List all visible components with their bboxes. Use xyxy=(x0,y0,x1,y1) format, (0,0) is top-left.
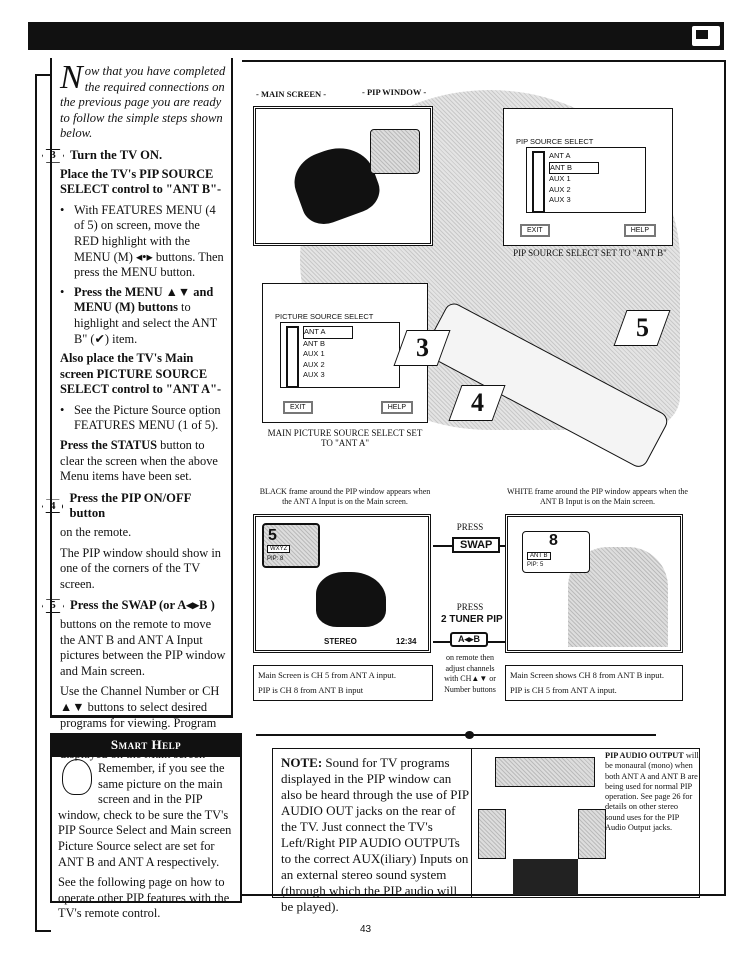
menu-item[interactable]: ANT B xyxy=(303,339,399,350)
lightbulb-icon xyxy=(62,759,92,795)
tv-rear-panel-image xyxy=(495,757,595,787)
skier-image xyxy=(316,572,386,627)
pip-label: PIP: 5 xyxy=(527,562,544,568)
menu-title: PIP SOURCE SELECT xyxy=(516,137,594,146)
source-list: ANT A ANT B AUX 1 AUX 2 AUX 3 xyxy=(526,147,646,213)
menu-item[interactable]: AUX 2 xyxy=(549,185,645,196)
step-badge: 3 xyxy=(42,149,64,163)
divider-dot xyxy=(465,731,474,739)
pip-channel: 5 xyxy=(268,527,277,544)
white-frame-caption: WHITE frame around the PIP window appear… xyxy=(507,487,688,506)
step-4-heading: 4 Press the PIP ON/OFF button xyxy=(42,491,226,522)
list-item: With FEATURES MENU (4 of 5) on screen, m… xyxy=(60,203,226,281)
list-item: Main Screen shows CH 8 from ANT B input. xyxy=(510,670,665,680)
step-badge: 4 xyxy=(42,499,63,513)
header-bar xyxy=(28,22,724,50)
step-4-paragraph: The PIP window should show in one of the… xyxy=(60,545,221,591)
help-button[interactable]: HELP xyxy=(623,224,656,237)
press-label: PRESS xyxy=(456,602,484,612)
list-item: Press the MENU ▲▼ and MENU (M) buttons t… xyxy=(60,285,226,347)
exit-button[interactable]: EXIT xyxy=(520,224,550,237)
picture-menu-caption: MAIN PICTURE SOURCE SELECT SET TO "ANT A… xyxy=(267,428,423,448)
step-5-heading: 5 Press the SWAP (or A◂▸B ) xyxy=(42,598,226,614)
help-button[interactable]: HELP xyxy=(380,401,413,414)
exit-button[interactable]: EXIT xyxy=(283,401,313,414)
pip-source-menu: PIP SOURCE SELECT ANT A ANT B AUX 1 AUX … xyxy=(503,108,673,246)
tuner-pip-label: 2 TUNER PIP xyxy=(441,614,503,625)
menu-item[interactable]: AUX 1 xyxy=(303,349,399,360)
menu-item[interactable]: AUX 3 xyxy=(303,370,399,381)
pip-channel: 8 xyxy=(549,532,558,549)
menu-item[interactable]: AUX 3 xyxy=(549,195,645,206)
step-4-text: on the remote. xyxy=(60,525,132,540)
remote-note: on remote then adjust channels with CH▲▼… xyxy=(444,653,496,694)
source-list: ANT A ANT B AUX 1 AUX 2 AUX 3 xyxy=(280,322,400,388)
tuner-pip-button[interactable]: A◂▸B xyxy=(450,632,489,647)
smart-help-text: See the following page on how to operate… xyxy=(58,875,230,921)
smart-help-title: Smart Help xyxy=(52,733,240,757)
menu-item-selected[interactable]: ANT B xyxy=(549,161,599,174)
menu-title: PICTURE SOURCE SELECT xyxy=(275,312,374,321)
note-divider xyxy=(471,749,472,897)
pip-source-instruction: Place the TV's PIP SOURCE SELECT control… xyxy=(60,166,222,197)
note-text: NOTE: Sound for TV programs displayed in… xyxy=(281,755,469,914)
left-info-box: Main Screen is CH 5 from ANT A input. PI… xyxy=(253,665,433,701)
list-item: See the Picture Source option FEATURES M… xyxy=(60,403,226,434)
pip-audio-note: PIP AUDIO OUTPUT will be monaural (mono)… xyxy=(605,751,699,833)
right-tv-screen: 8 ANT B PIP: 5 xyxy=(505,514,683,653)
left-tv-screen: 5 WXYZ PIP: 8 STEREO 12:34 xyxy=(253,514,431,653)
list-item: PIP is CH 8 from ANT B input xyxy=(258,685,364,695)
press-label: PRESS xyxy=(456,522,484,532)
picture-source-instruction: Also place the TV's Main screen PICTURE … xyxy=(60,351,222,397)
pip-menu-caption: PIP SOURCE SELECT SET TO "ANT B" xyxy=(513,248,667,258)
menu-item-selected[interactable]: ANT A xyxy=(303,326,353,339)
smart-help-box: Smart Help Remember, if you see the same… xyxy=(50,733,242,920)
tv-screen-icon xyxy=(690,24,722,48)
pip-window xyxy=(370,129,420,174)
intro-paragraph: Now that you have completed the required… xyxy=(60,59,226,141)
note-box: NOTE: Sound for TV programs displayed in… xyxy=(272,748,700,914)
right-info-box: Main Screen shows CH 8 from ANT B input.… xyxy=(505,665,683,701)
main-tv-screen xyxy=(253,106,433,246)
audio-status: STEREO xyxy=(324,637,357,646)
menu-item[interactable]: AUX 1 xyxy=(549,174,645,185)
pip-window-black-frame: 5 WXYZ PIP: 8 xyxy=(262,523,320,568)
menu-item[interactable]: ANT A xyxy=(549,151,645,162)
swap-button[interactable]: SWAP xyxy=(452,537,501,553)
step-badge: 5 xyxy=(42,599,64,613)
step-3-heading: 3 Turn the TV ON. xyxy=(42,148,226,164)
menu-item[interactable]: AUX 2 xyxy=(303,360,399,371)
ornamental-divider xyxy=(256,734,656,736)
list-item: Main Screen is CH 5 from ANT A input. xyxy=(258,670,396,680)
pip-station: ANT B xyxy=(527,552,551,560)
main-screen-label: - MAIN SCREEN - xyxy=(256,89,327,99)
stereo-receiver-image xyxy=(513,859,578,895)
speaker-right-image xyxy=(578,809,606,859)
instructions-column: Now that you have completed the required… xyxy=(50,58,233,761)
black-frame-caption: BLACK frame around the PIP window appear… xyxy=(259,487,431,506)
pip-station: WXYZ xyxy=(267,545,291,553)
page-number: 43 xyxy=(360,924,372,935)
pip-label: PIP: 8 xyxy=(267,556,284,562)
pip-window-white-frame: 8 ANT B PIP: 5 xyxy=(522,531,590,573)
step-5-text: buttons on the remote to move the ANT B … xyxy=(60,617,226,678)
list-item: PIP is CH 5 from ANT A input. xyxy=(510,685,617,695)
status-instruction: Press the STATUS button to clear the scr… xyxy=(60,438,218,484)
pip-window-label: - PIP WINDOW - xyxy=(362,87,427,97)
clock: 12:34 xyxy=(396,637,417,646)
speaker-left-image xyxy=(478,809,506,859)
